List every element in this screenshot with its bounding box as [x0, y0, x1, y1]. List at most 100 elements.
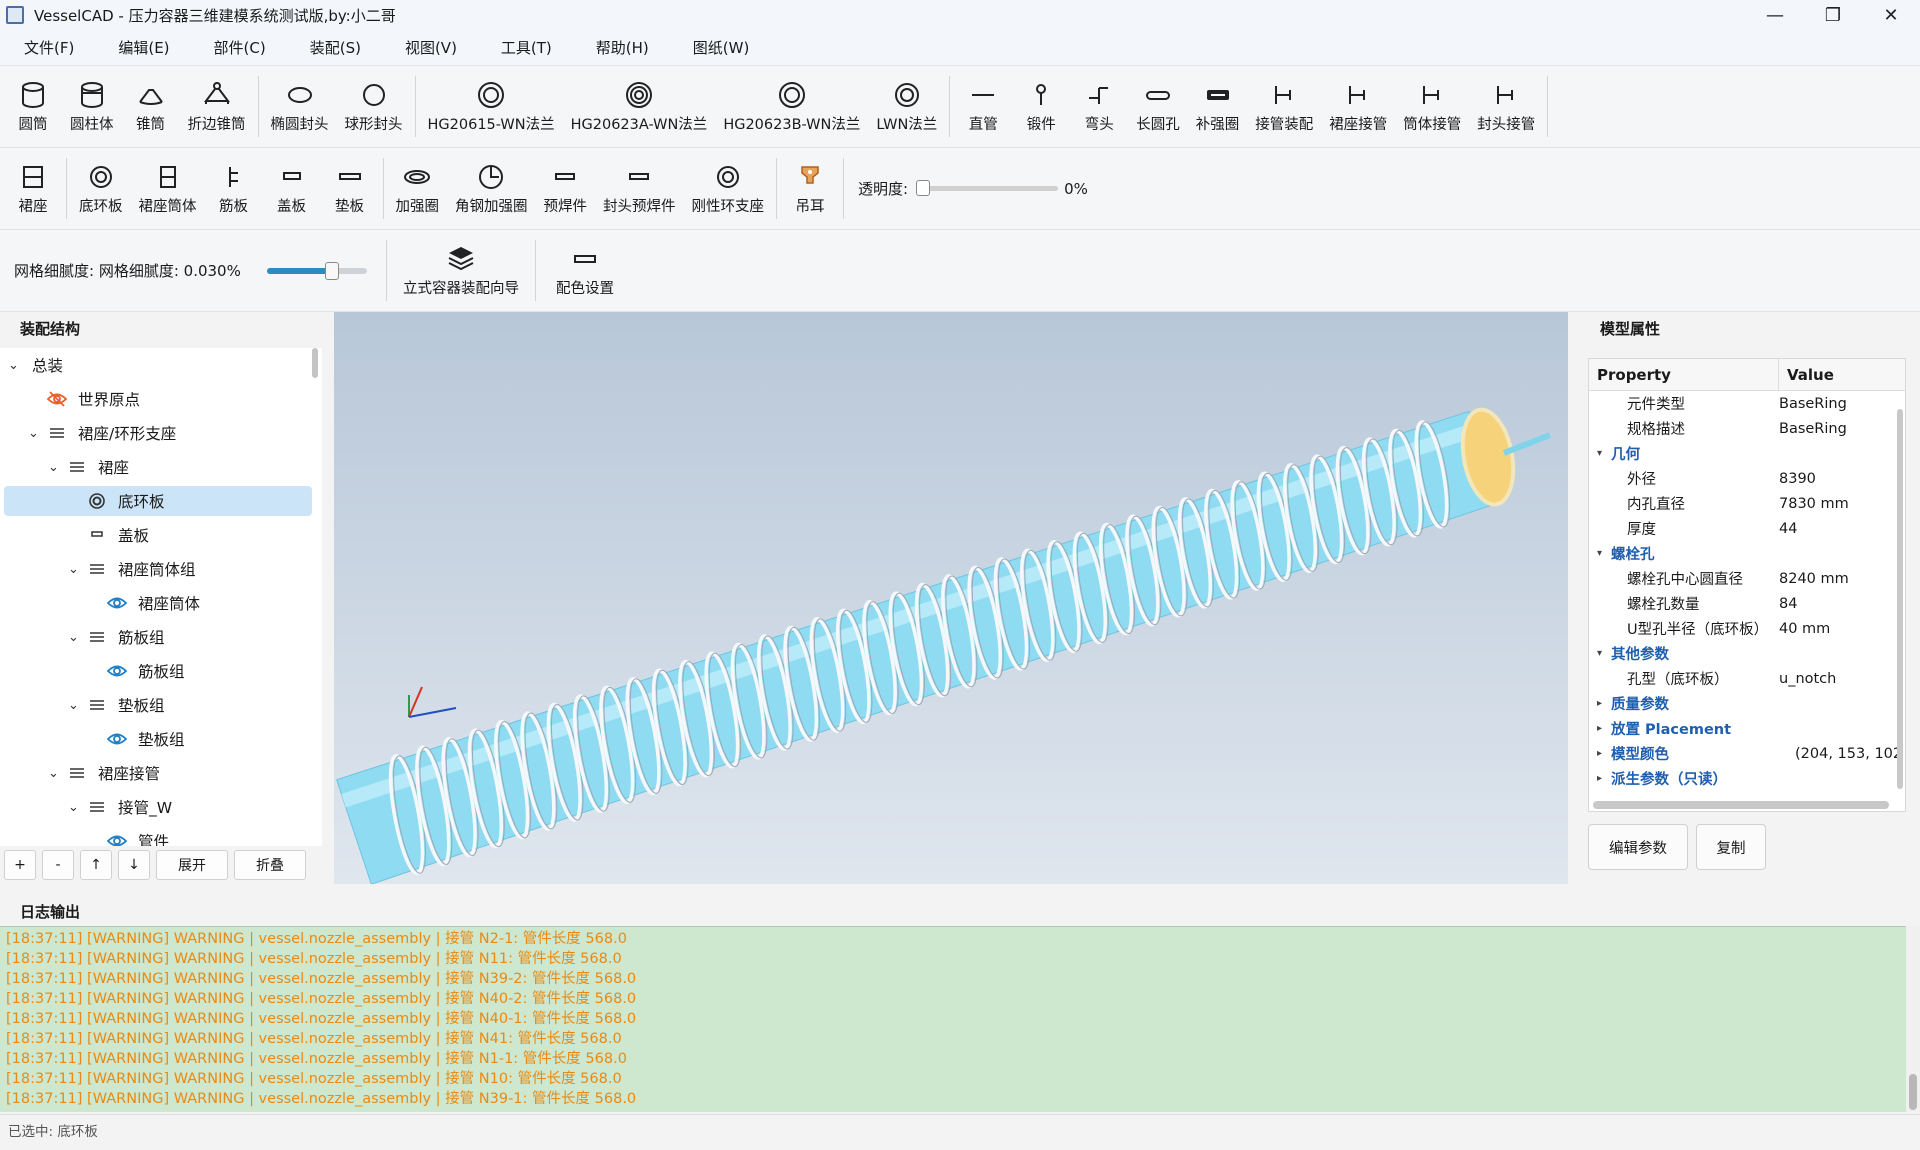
edit-params-button[interactable]: 编辑参数 — [1588, 824, 1688, 870]
property-row[interactable]: 孔型（底环板） u_notch — [1589, 666, 1905, 691]
chevron-down-icon[interactable]: ⌄ — [48, 766, 62, 781]
tool-vertical-vessel-wizard[interactable]: 立式容器装配向导 — [391, 230, 531, 311]
mesh-slider-handle[interactable] — [324, 261, 339, 280]
tree-item[interactable]: ⌄ 裙座筒体组 — [0, 552, 322, 586]
chevron-down-icon[interactable]: ⌄ — [28, 426, 42, 441]
eye-icon[interactable] — [102, 731, 132, 747]
property-value[interactable]: BaseRing — [1779, 421, 1847, 437]
tree-item[interactable]: ⌄ 总装 — [0, 348, 322, 382]
tool-shell-nozzle[interactable]: 筒体接管 — [1395, 66, 1469, 147]
minimize-button[interactable]: — — [1746, 0, 1804, 30]
tool-flange-hg20615[interactable]: HG20615-WN法兰 — [420, 66, 563, 147]
tool-ellipse-head[interactable]: 椭圆封头 — [263, 66, 337, 147]
tree-move-up-button[interactable]: ↑ — [80, 850, 112, 880]
tree-item[interactable]: 垫板组 — [0, 722, 322, 756]
tool-rib-plate[interactable]: 筋板 — [205, 148, 263, 229]
property-group[interactable]: ▾ 其他参数 — [1589, 641, 1905, 666]
menu-file[interactable]: 文件(F) — [24, 37, 74, 58]
menu-component[interactable]: 部件(C) — [214, 37, 266, 58]
tree-item[interactable]: 管件 — [0, 824, 322, 846]
property-row[interactable]: 螺栓孔数量 84 — [1589, 591, 1905, 616]
property-value[interactable]: 44 — [1779, 521, 1797, 537]
tool-base-ring[interactable]: 底环板 — [71, 148, 131, 229]
maximize-button[interactable]: ❐ — [1804, 0, 1862, 30]
menu-edit[interactable]: 编辑(E) — [118, 37, 169, 58]
tool-skirt-nozzle[interactable]: 裙座接管 — [1321, 66, 1395, 147]
tool-cylinder-solid[interactable]: 圆柱体 — [62, 66, 122, 147]
property-row[interactable]: 内孔直径 7830 mm — [1589, 491, 1905, 516]
properties-scrollbar[interactable] — [1897, 409, 1903, 789]
tool-nozzle-assembly[interactable]: 接管装配 — [1247, 66, 1321, 147]
tree-move-down-button[interactable]: ↓ — [118, 850, 150, 880]
tool-ring-support[interactable]: 刚性环支座 — [684, 148, 773, 229]
tool-pad-plate[interactable]: 垫板 — [321, 148, 379, 229]
mesh-slider[interactable] — [266, 261, 367, 280]
tree-item[interactable]: ⌄ 裙座 — [0, 450, 322, 484]
tool-stiffener-ring[interactable]: 加强圈 — [388, 148, 448, 229]
property-row[interactable]: 规格描述 BaseRing — [1589, 416, 1905, 441]
tool-flange-hg20623a[interactable]: HG20623A-WN法兰 — [563, 66, 716, 147]
tool-slot-hole[interactable]: 长圆孔 — [1128, 66, 1188, 147]
property-value[interactable]: 8240 mm — [1779, 571, 1849, 587]
hidden-icon[interactable] — [42, 389, 72, 409]
property-row[interactable]: 厚度 44 — [1589, 516, 1905, 541]
menu-tools[interactable]: 工具(T) — [501, 37, 552, 58]
tree-item[interactable]: 筋板组 — [0, 654, 322, 688]
tree-item[interactable]: ⌄ 筋板组 — [0, 620, 322, 654]
close-button[interactable]: ✕ — [1862, 0, 1920, 30]
property-row[interactable]: 螺栓孔中心圆直径 8240 mm — [1589, 566, 1905, 591]
property-group[interactable]: ▸ 质量参数 — [1589, 691, 1905, 716]
tool-forging[interactable]: 锻件 — [1012, 66, 1070, 147]
property-group[interactable]: ▾ 几何 — [1589, 441, 1905, 466]
3d-viewport[interactable] — [334, 312, 1568, 884]
tree-expand-button[interactable]: 展开 — [156, 850, 228, 880]
property-value[interactable]: 84 — [1779, 596, 1797, 612]
property-row[interactable]: U型孔半径（底环板） 40 mm — [1589, 616, 1905, 641]
tree-item[interactable]: ⌄ 接管_W — [0, 790, 322, 824]
expand-right-icon[interactable]: ▸ — [1597, 698, 1602, 709]
tool-pre-weld[interactable]: 预焊件 — [536, 148, 596, 229]
tool-lifting-lug[interactable]: 吊耳 — [781, 148, 839, 229]
tool-skirt-shell[interactable]: 裙座筒体 — [131, 148, 205, 229]
tree-remove-button[interactable]: - — [42, 850, 74, 880]
expand-right-icon[interactable]: ▸ — [1597, 723, 1602, 734]
tool-elbow[interactable]: 弯头 — [1070, 66, 1128, 147]
property-group[interactable]: ▸ 模型颜色 (204, 153, 102 — [1589, 741, 1905, 766]
vessel-model[interactable] — [334, 312, 1568, 884]
tree-item[interactable]: ⌄ 裙座接管 — [0, 756, 322, 790]
property-group[interactable]: ▸ 派生参数（只读） — [1589, 766, 1905, 791]
chevron-down-icon[interactable]: ⌄ — [68, 800, 82, 815]
property-value[interactable]: u_notch — [1779, 671, 1836, 687]
expand-down-icon[interactable]: ▾ — [1597, 448, 1602, 459]
transparency-slider-handle[interactable] — [916, 180, 931, 196]
tool-sphere-head[interactable]: 球形封头 — [337, 66, 411, 147]
tool-reinforce-ring[interactable]: 补强圈 — [1188, 66, 1248, 147]
tool-flange-lwn[interactable]: LWN法兰 — [868, 66, 945, 147]
menu-drawing[interactable]: 图纸(W) — [693, 37, 750, 58]
chevron-down-icon[interactable]: ⌄ — [8, 358, 22, 373]
tool-color-settings[interactable]: 配色设置 — [540, 230, 630, 311]
property-row[interactable]: 外径 8390 — [1589, 466, 1905, 491]
menu-view[interactable]: 视图(V) — [405, 37, 457, 58]
tool-angle-ring[interactable]: 角钢加强圈 — [447, 148, 536, 229]
tool-flange-hg20623b[interactable]: HG20623B-WN法兰 — [715, 66, 868, 147]
log-output[interactable]: [18:37:11] [WARNING] WARNING | vessel.no… — [0, 926, 1906, 1112]
menu-assembly[interactable]: 装配(S) — [310, 37, 361, 58]
tree-item[interactable]: ⌄ 垫板组 — [0, 688, 322, 722]
tree-add-button[interactable]: + — [4, 850, 36, 880]
property-row[interactable]: 元件类型 BaseRing — [1589, 391, 1905, 416]
tool-cover-plate[interactable]: 盖板 — [263, 148, 321, 229]
tree-item[interactable]: 底环板 — [0, 484, 322, 518]
tool-folded-cone[interactable]: 折边锥筒 — [180, 66, 254, 147]
chevron-down-icon[interactable]: ⌄ — [68, 562, 82, 577]
property-value[interactable]: 40 mm — [1779, 621, 1830, 637]
tree-item[interactable]: 盖板 — [0, 518, 322, 552]
tree-scrollbar[interactable] — [312, 348, 318, 378]
log-scrollbar[interactable] — [1906, 926, 1920, 1112]
property-value[interactable]: 7830 mm — [1779, 496, 1849, 512]
chevron-down-icon[interactable]: ⌄ — [68, 698, 82, 713]
property-group[interactable]: ▾ 螺栓孔 — [1589, 541, 1905, 566]
tool-cone[interactable]: 锥筒 — [122, 66, 180, 147]
tool-straight-pipe[interactable]: 直管 — [954, 66, 1012, 147]
tool-head-pre-weld[interactable]: 封头预焊件 — [595, 148, 684, 229]
